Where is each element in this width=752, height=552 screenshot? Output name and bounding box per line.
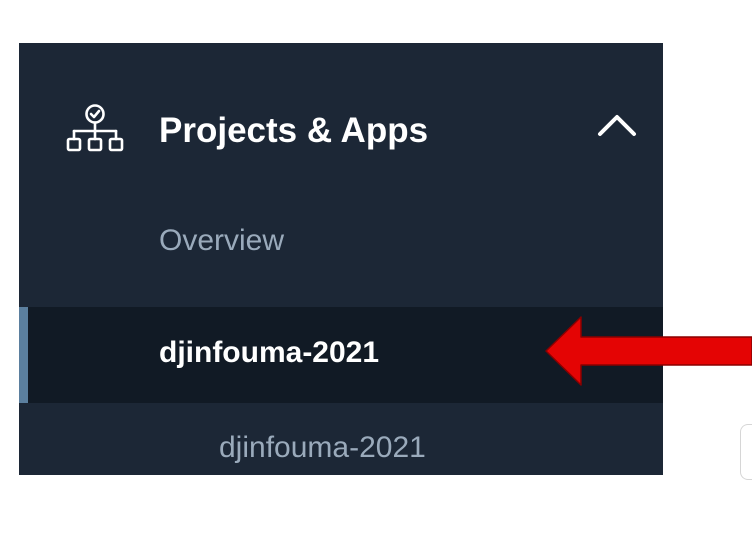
sidebar-item-label: djinfouma-2021 [159, 336, 380, 369]
active-indicator [19, 307, 28, 403]
sidebar-item-label: Overview [159, 224, 285, 257]
section-title: Projects & Apps [159, 111, 429, 150]
partial-card-edge [740, 424, 752, 480]
sidebar: Projects & Apps Overview djinfouma-2021 … [19, 43, 663, 475]
sidebar-item-overview[interactable]: Overview [19, 213, 663, 271]
section-header-projects-apps[interactable]: Projects & Apps [19, 43, 663, 213]
chevron-up-icon[interactable] [597, 111, 637, 141]
red-arrow-left-icon [544, 316, 752, 386]
sitemap-check-icon [65, 103, 125, 159]
sidebar-subitem-project[interactable]: djinfouma-2021 [19, 423, 663, 475]
sidebar-item-label: djinfouma-2021 [219, 431, 426, 464]
